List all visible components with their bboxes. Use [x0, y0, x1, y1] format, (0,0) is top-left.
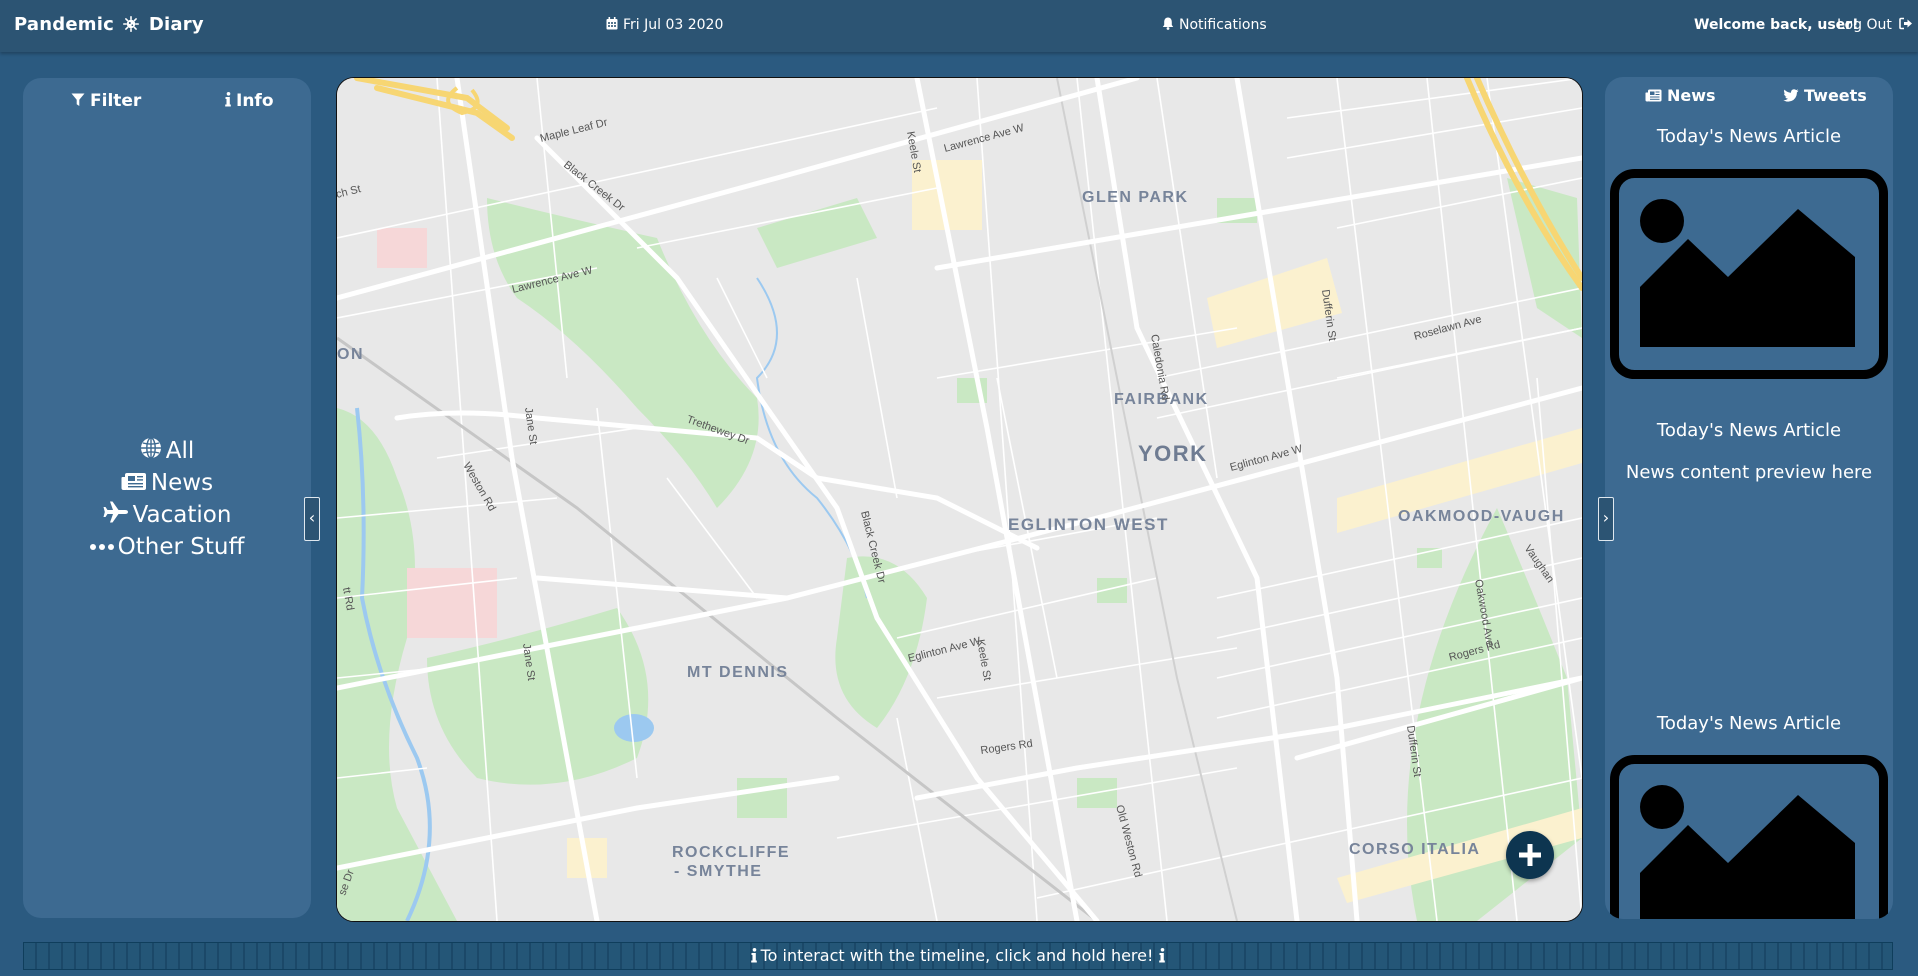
welcome-message: Welcome back, user!	[1694, 17, 1859, 33]
map-label-cut-on: ON	[337, 346, 364, 363]
logout-label: Log Out	[1837, 17, 1892, 33]
plane-icon	[103, 501, 129, 532]
filter-news-label: News	[150, 470, 214, 496]
map-label-corso-italia: CORSO ITALIA	[1349, 841, 1480, 858]
map-label-rockcliffe: ROCKCLIFFE	[672, 844, 790, 861]
tab-tweets[interactable]: Tweets	[1783, 86, 1867, 106]
tab-filter[interactable]: Filter	[71, 91, 141, 112]
date-text: Fri Jul 03 2020	[623, 17, 724, 33]
filter-all[interactable]: All	[23, 436, 311, 468]
image-placeholder-icon[interactable]	[1610, 755, 1888, 919]
info-icon	[1159, 945, 1166, 971]
category-filter-list: All News Vacation Other Stuff	[23, 436, 311, 564]
tab-filter-label: Filter	[90, 91, 142, 111]
map-label-mt-dennis: MT DENNIS	[687, 664, 789, 681]
tab-info-label: Info	[236, 91, 274, 111]
map-label-york: YORK	[1138, 441, 1208, 466]
left-sidebar: Filter Info All News Vacation Other Stuf…	[23, 78, 311, 918]
news-article-title[interactable]: Today's News Article	[1605, 713, 1893, 734]
info-icon	[225, 92, 231, 112]
collapse-right-panel-button[interactable]: ›	[1598, 497, 1614, 541]
brand-text-part1: Pandemic	[14, 14, 114, 35]
map-canvas[interactable]: GLEN PARK FAIRBANK YORK EGLINTON WEST OA…	[337, 78, 1582, 921]
bell-icon	[1162, 17, 1174, 34]
notifications-label: Notifications	[1179, 17, 1267, 33]
filter-other-stuff-label: Other Stuff	[117, 534, 245, 560]
brand-logo[interactable]: Pandemic Diary	[14, 14, 204, 37]
logout-link[interactable]: Log Out	[1837, 17, 1913, 34]
chevron-right-icon: ›	[1602, 508, 1610, 527]
info-icon	[750, 945, 757, 971]
news-article-title[interactable]: Today's News Article	[1605, 420, 1893, 441]
filter-news[interactable]: News	[23, 468, 311, 500]
map-label-eglinton-west: EGLINTON WEST	[1008, 515, 1169, 534]
virus-icon	[123, 16, 140, 37]
plus-icon	[1506, 831, 1554, 883]
map-view[interactable]: GLEN PARK FAIRBANK YORK EGLINTON WEST OA…	[336, 77, 1583, 922]
image-placeholder-icon[interactable]	[1610, 169, 1888, 379]
filter-icon	[71, 92, 85, 112]
filter-other-stuff[interactable]: Other Stuff	[23, 532, 311, 564]
timeline-instruction: To interact with the timeline, click and…	[760, 946, 1154, 965]
twitter-icon	[1783, 87, 1799, 106]
filter-vacation[interactable]: Vacation	[23, 500, 311, 532]
ellipsis-icon	[89, 533, 114, 564]
news-article-preview: News content preview here	[1625, 462, 1873, 483]
tab-news[interactable]: News	[1645, 86, 1716, 106]
chevron-left-icon: ‹	[308, 508, 316, 527]
right-sidebar: News Tweets Today's News Article Today's…	[1605, 77, 1893, 919]
map-label-oakwood-vaughan: OAKMOOD-VAUGH	[1398, 508, 1565, 525]
tab-news-label: News	[1667, 86, 1716, 105]
notifications-link[interactable]: Notifications	[1162, 17, 1267, 34]
sign-out-icon	[1899, 17, 1913, 34]
newspaper-icon	[121, 469, 147, 500]
top-navbar: Pandemic Diary Fri Jul 03 2020 Notificat…	[0, 0, 1918, 52]
filter-all-label: All	[165, 438, 195, 464]
tab-info[interactable]: Info	[225, 91, 274, 112]
newspaper-icon	[1645, 87, 1662, 106]
add-entry-button[interactable]	[1506, 831, 1554, 879]
tab-tweets-label: Tweets	[1804, 86, 1867, 105]
map-label-glen-park: GLEN PARK	[1082, 189, 1189, 206]
current-date: Fri Jul 03 2020	[606, 17, 723, 34]
map-label-smythe: - SMYTHE	[674, 863, 762, 880]
news-article-title[interactable]: Today's News Article	[1605, 126, 1893, 147]
globe-icon	[140, 437, 162, 468]
timeline-bar[interactable]: To interact with the timeline, click and…	[23, 942, 1893, 970]
calendar-icon	[606, 17, 618, 34]
filter-vacation-label: Vacation	[132, 502, 232, 528]
collapse-left-panel-button[interactable]: ‹	[304, 497, 320, 541]
brand-text-part2: Diary	[148, 14, 204, 35]
